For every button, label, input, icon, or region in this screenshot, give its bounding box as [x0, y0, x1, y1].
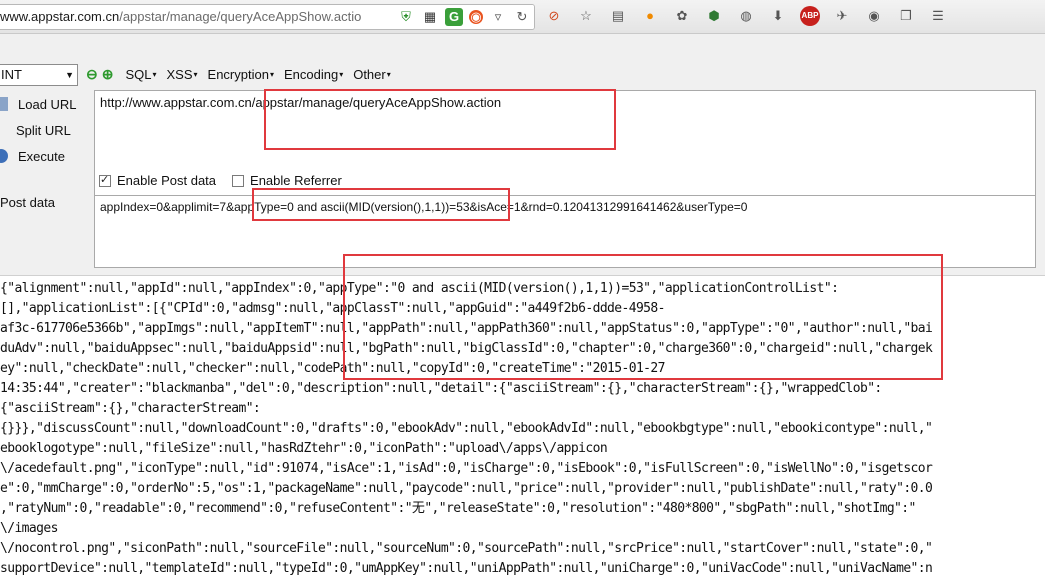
palette-icon[interactable]: ✿	[672, 6, 692, 26]
response-line: \/images	[0, 521, 58, 536]
dropdown-icon[interactable]: ▿	[489, 8, 507, 26]
response-line: e":0,"mmCharge":0,"orderNo":5,"os":1,"pa…	[0, 481, 933, 496]
split-url-label: Split URL	[16, 122, 71, 138]
hackbar-options: Enable Post data Enable Referrer	[99, 173, 358, 188]
execute-icon	[0, 149, 8, 163]
minus-icon[interactable]: ⊖	[86, 66, 98, 83]
post-data-label: Post data	[0, 195, 55, 210]
shield-icon[interactable]: ⛨	[397, 8, 415, 26]
plus-icon[interactable]: ⊕	[102, 66, 114, 83]
response-line: ey":null,"checkDate":null,"checker":null…	[0, 361, 665, 376]
enable-referrer-label[interactable]: Enable Referrer	[250, 173, 342, 188]
hackbar-panel: INT ▼ ⊖ ⊕ SQL XSS Encryption Encoding Ot…	[0, 34, 1045, 276]
reader-icon[interactable]: ▤	[608, 6, 628, 26]
post-data-textarea[interactable]: appIndex=0&applimit=7&appType=0 and asci…	[94, 195, 1036, 268]
load-url-label: Load URL	[18, 96, 77, 112]
address-bar[interactable]: www.appstar.com.cn/appstar/manage/queryA…	[0, 4, 535, 30]
split-url-button[interactable]: Split URL	[0, 120, 71, 140]
qr-icon[interactable]: ▦	[421, 8, 439, 26]
globe-icon[interactable]: ◉	[864, 6, 884, 26]
menu-sql[interactable]: SQL	[125, 67, 156, 82]
response-line: ,"ratyNum":0,"readable":0,"recommend":0,…	[0, 501, 916, 516]
bird-icon[interactable]: ●	[640, 6, 660, 26]
download-icon[interactable]: ⬇	[768, 6, 788, 26]
url-host: www.appstar.com.cn	[0, 9, 120, 24]
execute-label: Execute	[18, 148, 65, 164]
browser-toolbar: www.appstar.com.cn/appstar/manage/queryA…	[0, 0, 1045, 34]
dial-icon[interactable]: ◍	[736, 6, 756, 26]
url-path: /appstar/manage/queryAceAppShow.actio	[119, 9, 362, 24]
response-line: \/nocontrol.png","siconPath":null,"sourc…	[0, 541, 933, 556]
load-icon	[0, 97, 8, 111]
response-line: supportDevice":null,"templateId":null,"t…	[0, 561, 933, 576]
star-icon[interactable]: ☆	[576, 6, 596, 26]
leaf-icon[interactable]: ⬢	[704, 6, 724, 26]
fly-icon[interactable]: ✈	[832, 6, 852, 26]
abp-icon[interactable]: ABP	[800, 6, 820, 26]
menu-encoding[interactable]: Encoding	[284, 67, 343, 82]
window-icon[interactable]: ❐	[896, 6, 916, 26]
type-select[interactable]: INT ▼	[0, 64, 78, 86]
address-bar-icons: ⛨ ▦ G ◉ ▿ ↻	[390, 5, 534, 29]
response-line: af3c-617706e5366b","appImgs":null,"appIt…	[0, 321, 933, 336]
menu-encryption[interactable]: Encryption	[208, 67, 274, 82]
post-data-value: appIndex=0&applimit=7&appType=0 and asci…	[100, 200, 748, 214]
enable-post-checkbox[interactable]	[99, 173, 111, 187]
execute-button[interactable]: Execute	[0, 146, 65, 166]
response-line: [],"applicationList":[{"CPId":0,"admsg":…	[0, 301, 665, 316]
response-body: {"alignment":null,"appId":null,"appIndex…	[0, 279, 1045, 583]
address-text[interactable]: www.appstar.com.cn/appstar/manage/queryA…	[0, 9, 361, 24]
menu-other[interactable]: Other	[353, 67, 391, 82]
enable-post-label[interactable]: Enable Post data	[117, 173, 216, 188]
toolbar-icons: ⊘ ☆ ▤ ● ✿ ⬢ ◍ ⬇ ABP ✈ ◉ ❐ ☰	[538, 6, 954, 26]
response-line: {}}},"discussCount":null,"downloadCount"…	[0, 421, 933, 436]
response-line: \/acedefault.png","iconType":null,"id":9…	[0, 461, 933, 476]
response-line: 14:35:44","creater":"blackmanba","del":0…	[0, 381, 882, 396]
chevron-down-icon: ▼	[65, 70, 74, 80]
url-value: http://www.appstar.com.cn/appstar/manage…	[100, 95, 502, 110]
split-icon	[0, 123, 6, 137]
menu-xss[interactable]: XSS	[167, 67, 198, 82]
response-line: ebooklogotype":null,"fileSize":null,"has…	[0, 441, 608, 456]
load-url-button[interactable]: Load URL	[0, 94, 77, 114]
reload-icon[interactable]: ↻	[513, 8, 531, 26]
enable-referrer-checkbox[interactable]	[232, 174, 245, 187]
response-line: {"asciiStream":{},"characterStream":	[0, 401, 261, 416]
hackbar-menubar: ⊖ ⊕ SQL XSS Encryption Encoding Other	[86, 66, 401, 83]
response-line: {"alignment":null,"appId":null,"appIndex…	[0, 281, 839, 296]
block-icon[interactable]: ⊘	[544, 6, 564, 26]
type-select-value: INT	[1, 67, 22, 82]
ubuntu-icon[interactable]: ◉	[469, 9, 483, 24]
list-icon[interactable]: ☰	[928, 6, 948, 26]
response-line: duAdv":null,"baiduAppsec":null,"baiduApp…	[0, 341, 933, 356]
g-icon[interactable]: G	[445, 8, 463, 26]
